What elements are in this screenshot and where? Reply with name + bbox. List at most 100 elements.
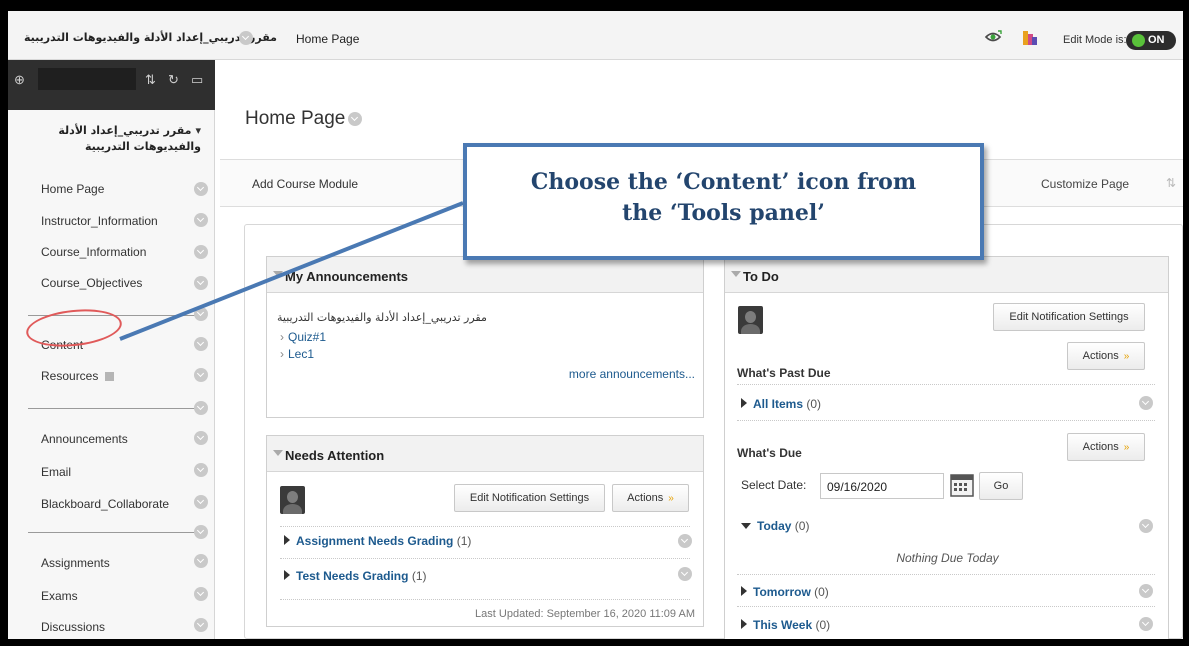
chevron-down-icon[interactable]	[194, 213, 208, 227]
collapse-icon[interactable]	[731, 271, 741, 277]
assignment-needs-grading-row[interactable]: Assignment Needs Grading (1)	[284, 534, 471, 548]
go-button[interactable]: Go	[979, 472, 1023, 500]
chevron-down-icon[interactable]	[194, 401, 208, 415]
more-announcements-link[interactable]: more announcements...	[569, 367, 695, 381]
chevron-down-icon[interactable]	[194, 182, 208, 196]
date-input[interactable]: 09/16/2020	[820, 473, 944, 499]
due-actions-button[interactable]: Actions »	[1067, 433, 1145, 461]
callout-line-1: Choose the ‘Content’ icon from	[530, 169, 917, 195]
sidebar-item-email[interactable]: Email	[41, 465, 71, 479]
chevron-down-icon[interactable]	[348, 112, 362, 126]
customize-page-button[interactable]: Customize Page	[1041, 177, 1129, 191]
add-menu-item-icon[interactable]: ⊕	[14, 72, 25, 88]
button-label: Actions	[1082, 441, 1119, 453]
chevron-down-icon[interactable]	[1139, 584, 1153, 598]
button-label: Actions	[1082, 350, 1119, 362]
this-week-row[interactable]: This Week (0)	[741, 618, 830, 632]
sidebar-item-blackboard-collaborate[interactable]: Blackboard_Collaborate	[41, 497, 169, 511]
calendar-icon[interactable]	[950, 472, 974, 497]
chevron-down-icon[interactable]	[678, 567, 692, 581]
sidebar-item-discussions[interactable]: Discussions	[41, 620, 105, 634]
expand-icon	[284, 535, 290, 545]
double-chevron-down-icon: »	[668, 493, 674, 504]
announcement-link[interactable]: › Lec1	[280, 347, 314, 361]
chevron-down-icon[interactable]	[239, 31, 253, 45]
divider	[737, 606, 1155, 607]
row-label: Assignment Needs Grading	[296, 534, 454, 548]
chevron-down-icon[interactable]	[194, 618, 208, 632]
actions-button[interactable]: Actions »	[612, 484, 689, 512]
avatar	[280, 486, 305, 514]
edit-notification-settings-button[interactable]: Edit Notification Settings	[454, 484, 605, 512]
chevron-down-icon[interactable]	[194, 554, 208, 568]
chevron-down-icon[interactable]	[194, 431, 208, 445]
chevron-down-icon[interactable]	[194, 337, 208, 351]
collapse-icon[interactable]	[273, 271, 283, 277]
sidebar-item-instructor-information[interactable]: Instructor_Information	[41, 214, 158, 228]
reorder-icon[interactable]: ⇅	[1166, 176, 1176, 190]
past-due-actions-button[interactable]: Actions »	[1067, 342, 1145, 370]
toggle-indicator	[1132, 34, 1145, 47]
module-header[interactable]: To Do	[725, 257, 1168, 293]
sidebar-item-course-information[interactable]: Course_Information	[41, 245, 146, 259]
announcement-title: Lec1	[288, 347, 315, 361]
edit-mode-toggle[interactable]: ON	[1126, 31, 1176, 50]
chevron-down-icon[interactable]	[1139, 617, 1153, 631]
due-heading: What's Due	[737, 446, 802, 460]
module-header[interactable]: Needs Attention	[267, 436, 703, 472]
color-palette-icon[interactable]	[1023, 30, 1037, 45]
sidebar-item-home-page[interactable]: Home Page	[41, 182, 104, 196]
today-row[interactable]: Today (0)	[741, 519, 809, 533]
chevron-down-icon[interactable]	[194, 463, 208, 477]
module-header[interactable]: My Announcements	[267, 257, 703, 293]
row-label: Tomorrow	[753, 585, 811, 599]
edit-notification-settings-button[interactable]: Edit Notification Settings	[993, 303, 1145, 331]
test-needs-grading-row[interactable]: Test Needs Grading (1)	[284, 569, 427, 583]
needs-attention-module: Needs Attention Edit Notification Settin…	[266, 435, 704, 627]
edit-mode-label: Edit Mode is:	[1063, 34, 1127, 46]
tomorrow-row[interactable]: Tomorrow (0)	[741, 585, 829, 599]
row-count: (0)	[806, 397, 822, 411]
sidebar-item-course-objectives[interactable]: Course_Objectives	[41, 276, 142, 290]
chevron-down-icon[interactable]	[678, 534, 692, 548]
sidebar-item-announcements[interactable]: Announcements	[41, 432, 128, 446]
last-updated-text: Last Updated: September 16, 2020 11:09 A…	[475, 608, 695, 620]
folder-view-icon[interactable]: ▭	[191, 72, 203, 88]
announcement-course: مقرر تدريبي_إعداد الأدلة والفيديوهات الت…	[277, 311, 487, 324]
module-title: My Announcements	[285, 269, 409, 284]
expand-icon	[741, 586, 747, 596]
reorder-icon[interactable]: ⇅	[145, 72, 156, 88]
chevron-down-icon[interactable]	[1139, 519, 1153, 533]
course-name-text: مقرر تدريبي_إعداد الأدلة والفيديوهات الت…	[58, 124, 201, 153]
announcements-module: My Announcements مقرر تدريبي_إعداد الأدل…	[266, 256, 704, 418]
double-chevron-down-icon: »	[1123, 442, 1130, 453]
chevron-down-icon[interactable]	[194, 495, 208, 509]
row-count: (0)	[814, 585, 829, 599]
refresh-icon[interactable]: ↻	[168, 72, 179, 88]
announcement-link[interactable]: › Quiz#1	[280, 330, 326, 344]
student-preview-icon[interactable]	[984, 29, 1002, 45]
sidebar-item-resources[interactable]: Resources	[41, 369, 114, 383]
chevron-down-icon[interactable]	[194, 276, 208, 290]
chevron-down-icon[interactable]	[194, 368, 208, 382]
edit-mode-value: ON	[1148, 34, 1165, 46]
add-course-module-button[interactable]: Add Course Module	[252, 177, 358, 191]
breadcrumb[interactable]: Home Page	[296, 32, 359, 46]
all-items-row[interactable]: All Items (0)	[741, 397, 821, 411]
chevron-down-icon[interactable]	[1139, 396, 1153, 410]
chevron-right-icon: ›	[280, 330, 284, 344]
chevron-down-icon[interactable]	[194, 307, 208, 321]
course-name-heading[interactable]: ▾ مقرر تدريبي_إعداد الأدلة والفيديوهات ا…	[16, 123, 201, 155]
sidebar-item-assignments[interactable]: Assignments	[41, 556, 110, 570]
collapse-icon[interactable]	[273, 450, 283, 456]
row-label: This Week	[753, 618, 813, 632]
chevron-down-icon[interactable]	[194, 525, 208, 539]
double-chevron-down-icon: »	[1123, 351, 1130, 362]
menu-toolbar: ⊕ ⇅ ↻ ▭	[8, 60, 215, 110]
chevron-right-icon: ›	[280, 347, 284, 361]
app-window: مقرر تدريبي_إعداد الأدلة والفيديوهات الت…	[8, 11, 1183, 639]
menu-spacer	[38, 68, 136, 90]
chevron-down-icon[interactable]	[194, 245, 208, 259]
chevron-down-icon[interactable]	[194, 587, 208, 601]
sidebar-item-exams[interactable]: Exams	[41, 589, 78, 603]
